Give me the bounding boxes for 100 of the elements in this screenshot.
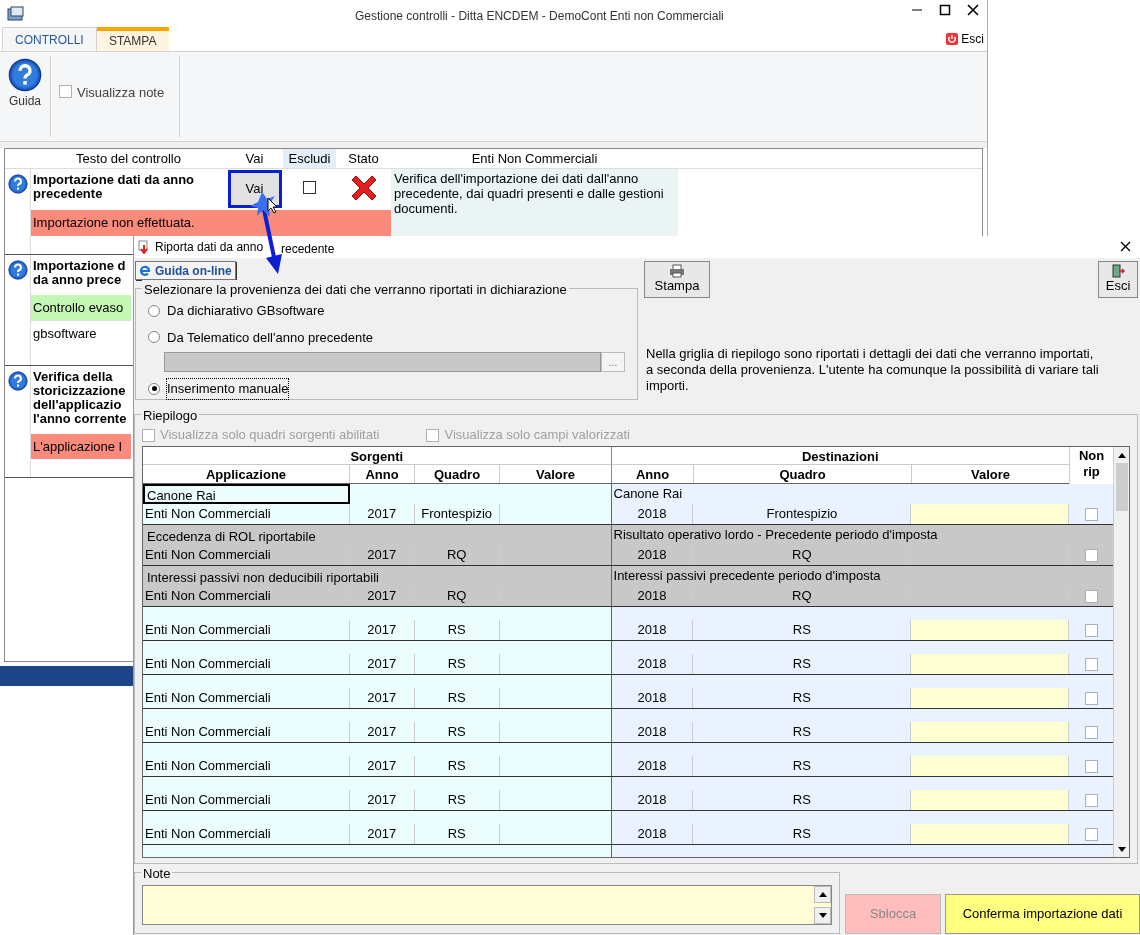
value-input[interactable] — [499, 722, 612, 742]
exit-button[interactable]: Esci — [1098, 261, 1138, 298]
value-input[interactable] — [499, 790, 612, 810]
value-input[interactable] — [499, 824, 612, 844]
not-carried-checkbox[interactable] — [1084, 623, 1098, 637]
destination-label: Risultato operativo lordo - Precedente periodo d'imposta — [612, 526, 939, 544]
notes-field[interactable] — [142, 885, 832, 925]
column-header: Stato — [347, 150, 380, 168]
scroll-down-icon[interactable] — [1117, 846, 1126, 852]
table-cell: 2018 — [611, 722, 694, 742]
checkbox-label: Visualizza note — [77, 84, 165, 102]
value-input[interactable] — [499, 504, 612, 524]
control-title: l'anno corrente — [33, 411, 128, 426]
value-input[interactable] — [499, 756, 612, 776]
tab[interactable]: CONTROLLI — [2, 27, 97, 51]
exclude-checkbox[interactable] — [303, 181, 316, 194]
dialog-title: recedente — [281, 241, 335, 258]
table-cell: Enti Non Commerciali — [143, 545, 350, 565]
help-online-button[interactable]: Guida on-line — [135, 261, 236, 280]
table-cell: 2018 — [611, 504, 694, 524]
window-title: Gestione controlli - Ditta ENCDEM - DemoCont Enti non Commerciali — [355, 8, 724, 25]
not-carried-checkbox[interactable] — [1084, 691, 1098, 705]
help-icon — [7, 370, 28, 391]
exit-door-icon — [1111, 264, 1125, 278]
cursor-icon — [267, 197, 279, 214]
table-cell: 2018 — [611, 756, 694, 776]
control-message: L'applicazione I — [31, 433, 131, 459]
table-cell: RS — [414, 790, 500, 810]
power-icon — [946, 33, 959, 45]
table-cell: RQ — [414, 545, 500, 565]
table-cell: 2017 — [349, 756, 415, 776]
table-cell: Frontespizio — [693, 504, 912, 524]
path-field[interactable] — [164, 352, 601, 372]
table-cell: 2017 — [349, 620, 415, 640]
table-cell: RS — [693, 790, 912, 810]
column-header: Quadro — [415, 465, 500, 483]
table-cell: RS — [693, 756, 912, 776]
scroll-down-button[interactable] — [814, 907, 831, 924]
table-cell: RS — [414, 756, 500, 776]
radio-button[interactable] — [148, 304, 160, 317]
table-cell: RQ — [693, 586, 912, 606]
not-carried-checkbox[interactable] — [1084, 657, 1098, 671]
column-header: Anno — [612, 465, 694, 483]
scroll-up-icon[interactable] — [1117, 452, 1126, 458]
source-label[interactable]: Canone Rai — [143, 484, 350, 504]
value-input[interactable] — [499, 620, 612, 640]
table-cell: RS — [693, 620, 912, 640]
control-title: da anno prece — [33, 272, 123, 287]
close-icon[interactable] — [1120, 241, 1131, 252]
exit-button[interactable]: Esci — [946, 30, 984, 48]
table-cell: 2018 — [611, 654, 694, 674]
maximize-icon[interactable] — [939, 4, 951, 16]
table-cell: Enti Non Commerciali — [143, 790, 350, 810]
help-icon — [7, 259, 28, 280]
table-cell: Enti Non Commerciali — [143, 586, 350, 606]
radio-button[interactable] — [148, 331, 160, 344]
table-cell: 2017 — [349, 790, 415, 810]
table-cell: Enti Non Commerciali — [143, 620, 350, 640]
go-button[interactable]: Vai — [227, 170, 282, 208]
filter-label: Visualizza solo campi valorizzati — [444, 426, 630, 445]
close-icon[interactable] — [967, 4, 979, 16]
table-cell: RS — [414, 620, 500, 640]
scroll-up-button[interactable] — [814, 886, 831, 903]
table-cell: 2018 — [611, 688, 694, 708]
question-icon — [8, 58, 42, 92]
value-input[interactable] — [499, 654, 612, 674]
scroll-thumb[interactable] — [1115, 463, 1128, 511]
table-cell: RS — [414, 722, 500, 742]
not-carried-checkbox[interactable] — [1084, 507, 1098, 521]
table-cell: 2018 — [611, 824, 694, 844]
scrollbar[interactable] — [1113, 447, 1129, 857]
scroll-down-icon[interactable] — [818, 913, 827, 918]
print-button[interactable]: Stampa — [644, 261, 710, 298]
column-header: Testo del controllo — [75, 150, 182, 168]
table-cell: Enti Non Commerciali — [143, 504, 350, 524]
not-carried-checkbox[interactable] — [1084, 725, 1098, 739]
value-input[interactable] — [499, 586, 612, 606]
not-carried-checkbox[interactable] — [1084, 827, 1098, 841]
value-input[interactable] — [499, 545, 612, 565]
column-header: Enti Non Commerciali — [470, 150, 599, 168]
table-cell: 2017 — [349, 545, 415, 565]
control-title: storicizzazione — [33, 383, 127, 398]
radio-button[interactable] — [148, 382, 160, 395]
filter-label: Visualizza solo quadri sorgenti abilitati — [160, 426, 380, 445]
dialog-title: Riporta dati da anno — [155, 239, 264, 256]
table-cell: Enti Non Commerciali — [143, 722, 350, 742]
column-header: Applicazione — [143, 465, 350, 483]
app-icon — [7, 6, 25, 22]
checkbox[interactable] — [59, 85, 72, 98]
confirm-button[interactable]: Conferma importazione dati — [945, 894, 1140, 934]
table-cell: 2018 — [611, 545, 694, 565]
not-carried-checkbox[interactable] — [1084, 759, 1098, 773]
table-cell: Enti Non Commerciali — [143, 824, 350, 844]
value-input[interactable] — [499, 688, 612, 708]
tab[interactable]: STAMPA — [96, 27, 169, 51]
not-carried-checkbox[interactable] — [1084, 793, 1098, 807]
browse-button[interactable]: ... — [601, 352, 625, 372]
help-button[interactable]: Guida — [0, 52, 50, 141]
table-cell: RQ — [414, 586, 500, 606]
scroll-up-icon[interactable] — [818, 892, 827, 897]
